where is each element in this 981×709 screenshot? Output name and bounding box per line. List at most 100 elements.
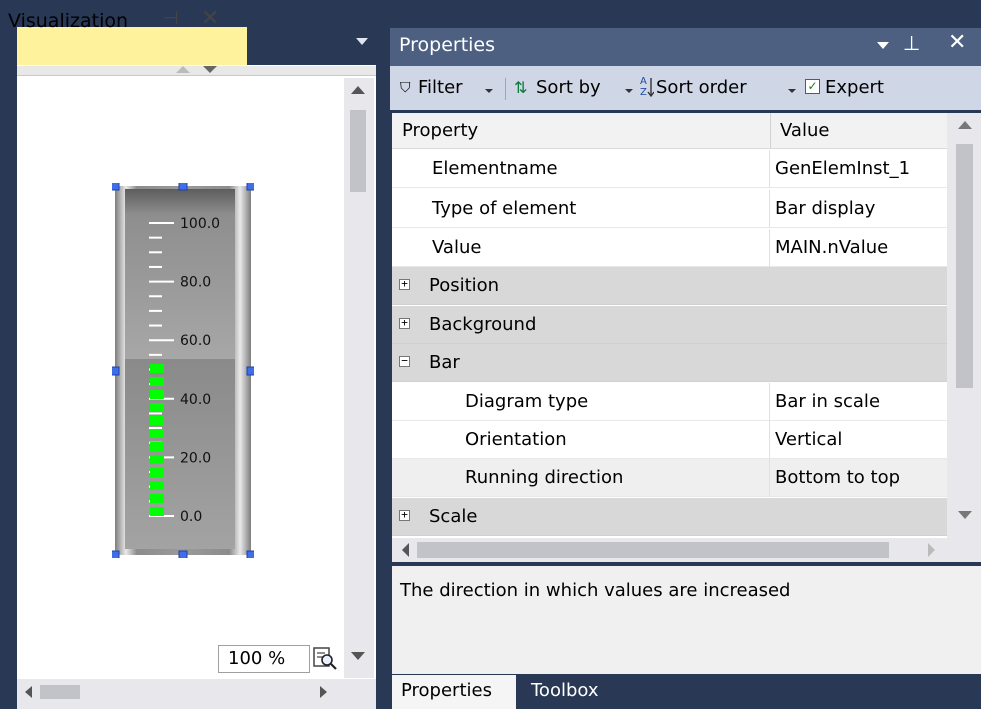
expand-icon[interactable]: + — [399, 317, 410, 329]
bar-segment — [150, 390, 164, 399]
scroll-down-icon[interactable] — [958, 511, 972, 519]
expert-checkbox[interactable]: ✓ — [805, 79, 820, 94]
bar-segment — [150, 468, 164, 477]
bar-segment — [150, 494, 164, 503]
column-divider — [769, 190, 770, 228]
category-row[interactable]: − Bar — [392, 344, 947, 382]
resize-handle[interactable] — [112, 183, 120, 191]
resize-handle[interactable] — [178, 550, 188, 558]
bar-segment — [150, 455, 164, 464]
chevron-down-icon[interactable] — [788, 89, 796, 93]
scrollbar-thumb[interactable] — [956, 144, 973, 388]
resize-handle[interactable] — [246, 183, 254, 191]
column-divider[interactable] — [770, 113, 771, 149]
category-row[interactable]: + Background — [392, 306, 947, 344]
scroll-left-icon[interactable] — [402, 543, 409, 557]
resize-handle[interactable] — [178, 183, 188, 191]
close-icon[interactable]: ✕ — [948, 30, 966, 55]
scroll-up-icon[interactable] — [351, 86, 365, 94]
property-name: Background — [429, 314, 537, 335]
expert-label[interactable]: Expert — [825, 77, 884, 98]
column-divider — [769, 459, 770, 497]
tab-toolbox[interactable]: Toolbox — [531, 680, 599, 701]
tab-visualization[interactable] — [17, 27, 247, 67]
resize-handle[interactable] — [112, 550, 120, 558]
scrollbar-thumb[interactable] — [40, 685, 80, 699]
property-name: Running direction — [465, 467, 624, 488]
scroll-left-icon[interactable] — [25, 686, 32, 698]
property-name: Type of element — [432, 198, 577, 219]
property-name: Scale — [429, 506, 478, 527]
bar-segment — [150, 416, 164, 425]
bar-display-element[interactable]: 100.0 80.0 60.0 40.0 20.0 0.0 — [112, 183, 254, 558]
resize-handle[interactable] — [246, 550, 254, 558]
property-value[interactable]: Vertical — [775, 429, 842, 450]
bar-segment — [150, 507, 164, 516]
property-row[interactable]: Elementname GenElemInst_1 — [392, 150, 947, 188]
collapse-icon[interactable]: − — [399, 355, 410, 367]
property-row[interactable]: Diagram type Bar in scale — [392, 383, 947, 421]
chevron-down-icon[interactable] — [356, 38, 368, 45]
property-name: Position — [429, 275, 500, 296]
resize-handle[interactable] — [246, 366, 254, 376]
pin-icon[interactable]: ⊣ — [163, 8, 179, 29]
visualization-tab-title[interactable]: Visualization — [8, 10, 128, 32]
pin-icon[interactable]: ⊥ — [903, 31, 920, 55]
property-value[interactable]: Bar in scale — [775, 391, 880, 412]
scroll-down-icon[interactable] — [351, 652, 365, 660]
column-divider — [769, 383, 770, 421]
filter-icon[interactable]: ⛉ — [400, 80, 411, 96]
chevron-down-icon[interactable] — [485, 89, 493, 93]
property-value[interactable]: Bottom to top — [775, 467, 900, 488]
zoom-icon[interactable] — [311, 645, 341, 673]
resize-handle[interactable] — [112, 366, 120, 376]
category-row[interactable]: + Scale — [392, 498, 947, 536]
property-name: Value — [432, 237, 482, 258]
tab-properties-label[interactable]: Properties — [401, 680, 492, 701]
property-row[interactable]: Value MAIN.nValue — [392, 229, 947, 267]
scale-label: 0.0 — [180, 509, 202, 525]
description-text: The direction in which values are increa… — [400, 580, 791, 601]
sort-order-button[interactable]: Sort order — [656, 77, 747, 98]
column-divider — [769, 229, 770, 267]
property-name: Orientation — [465, 429, 567, 450]
property-row[interactable]: Orientation Vertical — [392, 421, 947, 459]
scale-label: 20.0 — [180, 450, 211, 466]
sort-by-button[interactable]: Sort by — [536, 77, 601, 98]
property-value[interactable]: GenElemInst_1 — [775, 158, 910, 179]
scroll-right-icon[interactable] — [320, 686, 327, 698]
property-row[interactable]: Running direction Bottom to top — [392, 459, 947, 497]
zoom-value[interactable]: 100 % — [228, 648, 285, 669]
property-name: Diagram type — [465, 391, 589, 412]
scroll-right-icon[interactable] — [928, 543, 935, 557]
column-divider — [769, 421, 770, 459]
property-value[interactable]: MAIN.nValue — [775, 237, 888, 258]
bar-segment — [150, 364, 164, 373]
svg-text:A: A — [640, 76, 647, 87]
scale-label: 80.0 — [180, 275, 211, 291]
scroll-up-icon[interactable] — [958, 121, 972, 129]
property-name: Bar — [429, 352, 460, 373]
column-divider — [769, 150, 770, 188]
ruler-marker-icon[interactable] — [176, 66, 190, 73]
column-header-value[interactable]: Value — [780, 120, 829, 141]
property-value[interactable]: Bar display — [775, 198, 875, 219]
bar-segment — [150, 429, 164, 438]
chevron-down-icon[interactable] — [877, 42, 889, 49]
category-row[interactable]: + Position — [392, 267, 947, 305]
expand-icon[interactable]: + — [399, 278, 410, 290]
scrollbar-thumb[interactable] — [350, 110, 366, 192]
sort-by-icon[interactable]: ⇅ — [514, 78, 527, 97]
toolbar-separator — [505, 78, 506, 100]
close-icon[interactable]: ✕ — [201, 6, 219, 31]
scale-label: 40.0 — [180, 392, 211, 408]
scrollbar-thumb[interactable] — [417, 542, 889, 558]
sort-order-icon[interactable]: A Z — [640, 74, 654, 100]
column-header-property[interactable]: Property — [402, 120, 478, 141]
ruler-marker-icon[interactable] — [203, 66, 217, 73]
scrollbar-corner — [947, 538, 981, 562]
expand-icon[interactable]: + — [399, 509, 410, 521]
property-row[interactable]: Type of element Bar display — [392, 190, 947, 228]
filter-button[interactable]: Filter — [418, 77, 463, 98]
chevron-down-icon[interactable] — [625, 89, 633, 93]
